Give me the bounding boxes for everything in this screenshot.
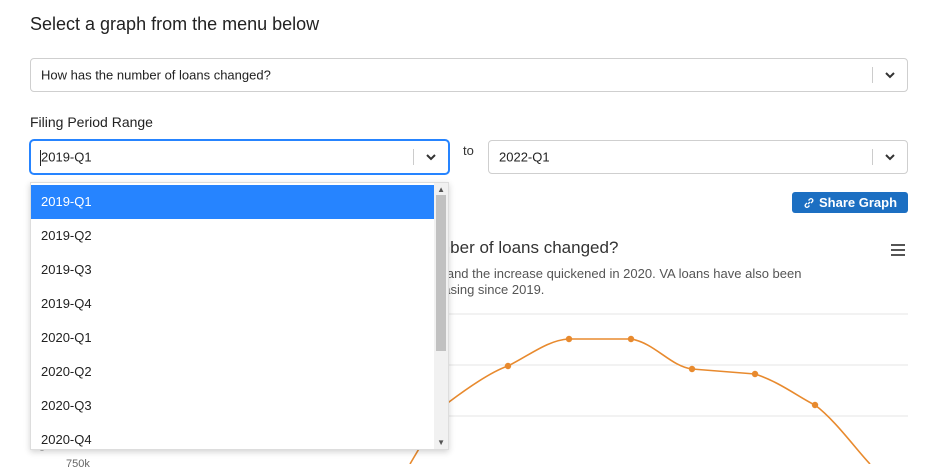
y-tick-label: 750k	[66, 458, 90, 470]
scroll-up-icon[interactable]: ▲	[437, 185, 445, 194]
dropdown-option[interactable]: 2019-Q4	[31, 287, 435, 321]
dropdown-option[interactable]: 2019-Q3	[31, 253, 435, 287]
dropdown-option[interactable]: 2020-Q3	[31, 389, 435, 423]
period-dropdown-list[interactable]: 2019-Q1 2019-Q2 2019-Q3 2019-Q4 2020-Q1 2020-…	[30, 182, 449, 450]
data-point	[688, 365, 696, 373]
dropdown-option[interactable]: 2020-Q4	[31, 423, 435, 449]
dropdown-option[interactable]: 2019-Q1	[31, 185, 435, 219]
data-point	[565, 335, 573, 343]
data-point	[751, 370, 759, 378]
chart-subtitle-line: 9 and the increase quickened in 2020. VA…	[436, 266, 802, 281]
dropdown-option[interactable]: 2020-Q1	[31, 321, 435, 355]
data-point	[811, 401, 819, 409]
chart-subtitle: 9 and the increase quickened in 2020. VA…	[436, 266, 876, 298]
dropdown-option[interactable]: 2020-Q2	[31, 355, 435, 389]
chart-title: mber of loans changed?	[436, 238, 619, 257]
dropdown-option[interactable]: 2019-Q2	[31, 219, 435, 253]
chart-subtitle-line: easing since 2019.	[436, 282, 545, 297]
scrollbar-thumb[interactable]	[436, 195, 446, 351]
data-point	[504, 362, 512, 370]
dropdown-scrollbar[interactable]: ▲ ▼	[434, 183, 448, 449]
hamburger-menu-icon[interactable]	[891, 243, 905, 257]
data-point	[627, 335, 635, 343]
series-line	[409, 338, 871, 464]
scroll-down-icon[interactable]: ▼	[437, 438, 445, 447]
